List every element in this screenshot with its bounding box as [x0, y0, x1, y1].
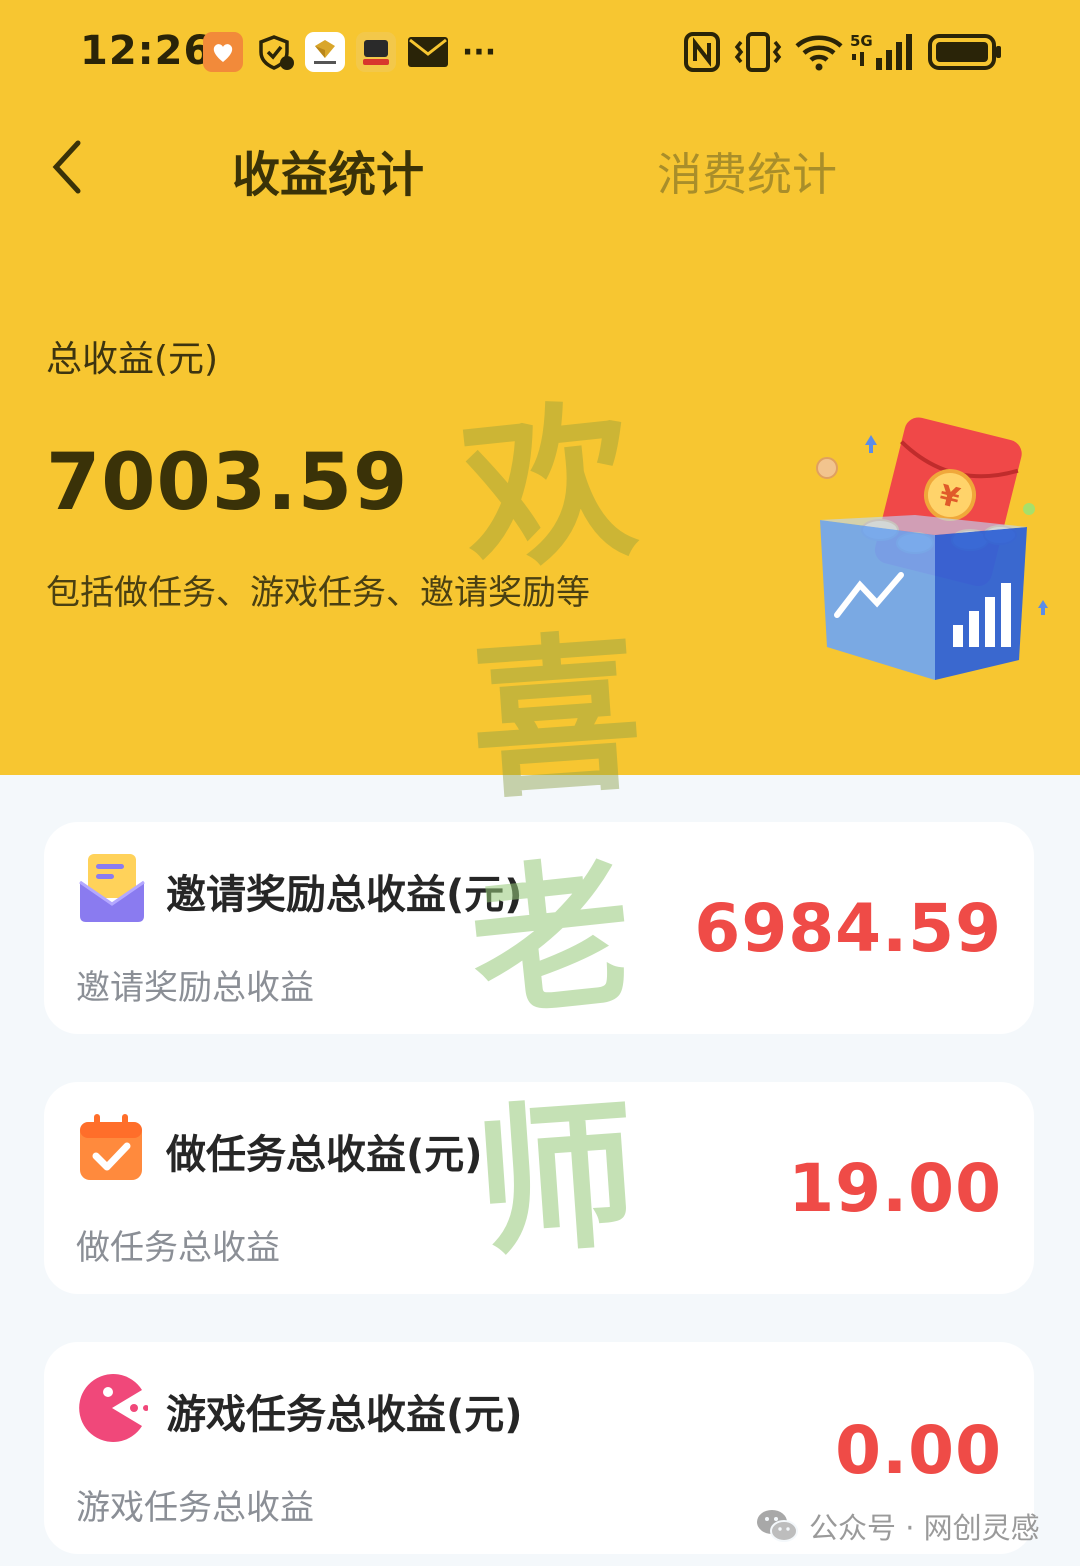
app-notification-icon	[203, 32, 243, 72]
game-pacman-icon	[76, 1372, 149, 1444]
signal-icon: 5G	[850, 32, 914, 72]
red-envelope-coin-box-illustration: ¥	[805, 415, 1055, 695]
tab-spending-stats[interactable]: 消费统计	[657, 138, 837, 203]
mail-icon	[76, 852, 148, 924]
card-subtitle: 邀请奖励总收益	[76, 968, 314, 1008]
card-subtitle: 做任务总收益	[76, 1228, 280, 1268]
status-bar: 12:26 ··· 5G	[0, 0, 1080, 104]
invite-reward-card[interactable]: 邀请奖励总收益(元) 邀请奖励总收益 6984.59	[44, 822, 1034, 1034]
calendar-check-icon	[76, 1112, 148, 1184]
honor-app-icon	[305, 32, 345, 72]
network-type-label: 5G	[850, 32, 873, 50]
card-value: 19.00	[788, 1150, 1002, 1227]
more-notifications-icon: ···	[461, 34, 497, 70]
battery-icon	[928, 32, 1004, 72]
nfc-icon	[684, 32, 720, 72]
wechat-account-watermark: 公众号 · 网创灵感	[755, 1504, 1040, 1548]
total-earnings-description: 包括做任务、游戏任务、邀请奖励等	[46, 573, 590, 613]
footer-text: 公众号 · 网创灵感	[809, 1511, 1040, 1545]
card-value: 0.00	[835, 1412, 1002, 1489]
card-title: 邀请奖励总收益(元)	[166, 872, 523, 918]
wifi-icon	[793, 32, 845, 72]
qu-app-icon	[356, 32, 396, 72]
card-subtitle: 游戏任务总收益	[76, 1488, 314, 1528]
card-value: 6984.59	[694, 890, 1002, 967]
shield-icon	[256, 32, 296, 72]
task-earnings-card[interactable]: 做任务总收益(元) 做任务总收益 19.00	[44, 1082, 1034, 1294]
card-title: 做任务总收益(元)	[166, 1132, 483, 1178]
chevron-left-icon	[52, 140, 81, 194]
card-title: 游戏任务总收益(元)	[166, 1392, 523, 1438]
total-earnings-label: 总收益(元)	[46, 339, 219, 380]
status-time: 12:26	[80, 28, 213, 74]
vibrate-icon	[733, 32, 783, 72]
back-button[interactable]	[36, 132, 96, 202]
total-earnings-value: 7003.59	[46, 438, 409, 528]
wechat-icon	[757, 1510, 798, 1542]
tab-earnings-stats[interactable]: 收益统计	[232, 135, 424, 205]
mail-icon	[407, 32, 449, 72]
